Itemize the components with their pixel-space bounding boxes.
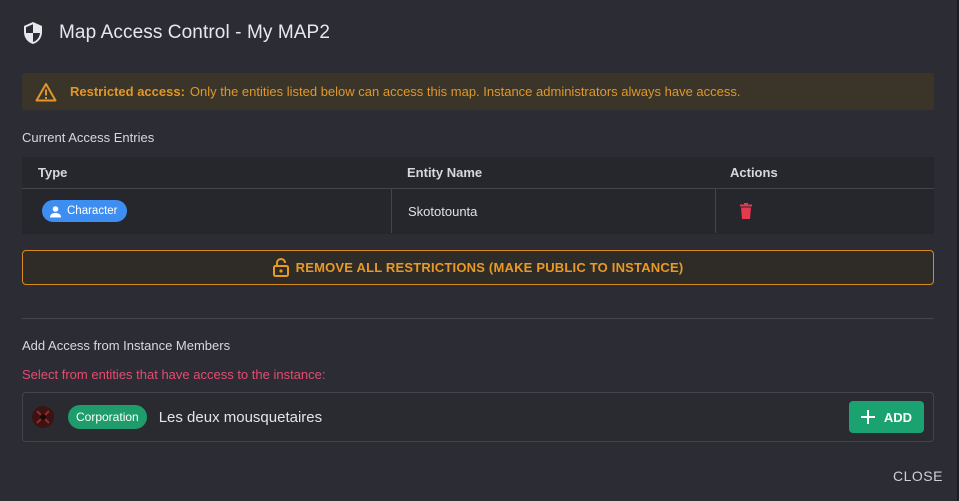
dialog-title: Map Access Control - My MAP2	[59, 22, 330, 43]
alert-strong-text: Restricted access:	[70, 84, 185, 99]
add-access-hint: Select from entities that have access to…	[22, 367, 326, 382]
corporation-type-chip: Corporation	[68, 405, 147, 429]
trash-icon[interactable]	[739, 203, 753, 219]
corporation-logo-icon	[32, 406, 54, 428]
type-cell: Character	[22, 189, 391, 233]
column-header-actions: Actions	[730, 165, 778, 180]
corporation-avatar	[32, 406, 54, 428]
table-header: Type Entity Name Actions	[22, 157, 934, 189]
section-divider	[22, 318, 934, 319]
plus-icon	[860, 410, 875, 424]
add-button-label: ADD	[883, 409, 913, 425]
warning-triangle-icon	[35, 82, 57, 101]
access-entries-table: Type Entity Name Actions Character Skoto…	[22, 157, 934, 234]
alert-text: Only the entities listed below can acces…	[189, 84, 741, 99]
access-control-dialog: Map Access Control - My MAP2 Restricted …	[0, 0, 959, 501]
member-name: Les deux mousquetaires	[158, 408, 323, 426]
dialog-header: Map Access Control - My MAP2	[22, 20, 330, 46]
actions-cell	[715, 189, 934, 233]
add-button[interactable]: ADD	[849, 401, 924, 433]
column-header-entity-name: Entity Name	[407, 165, 483, 180]
shield-icon	[24, 22, 42, 44]
column-header-type: Type	[38, 165, 68, 180]
add-access-label: Add Access from Instance Members	[22, 338, 231, 353]
restricted-access-alert: Restricted access: Only the entities lis…	[22, 73, 934, 110]
remove-restrictions-button[interactable]: REMOVE ALL RESTRICTIONS (MAKE PUBLIC TO …	[22, 250, 934, 285]
table-row: Character Skototounta	[22, 189, 934, 233]
lock-open-icon	[272, 258, 289, 277]
remove-restrictions-label: REMOVE ALL RESTRICTIONS (MAKE PUBLIC TO …	[295, 260, 684, 275]
character-type-label: Character	[67, 205, 118, 217]
close-button[interactable]: CLOSE	[887, 465, 949, 487]
entity-name-cell: Skototounta	[391, 189, 715, 233]
character-type-chip: Character	[42, 200, 127, 222]
current-access-label: Current Access Entries	[22, 130, 155, 145]
list-item: Corporation Les deux mousquetaires ADD	[22, 392, 934, 442]
person-icon	[50, 205, 61, 217]
